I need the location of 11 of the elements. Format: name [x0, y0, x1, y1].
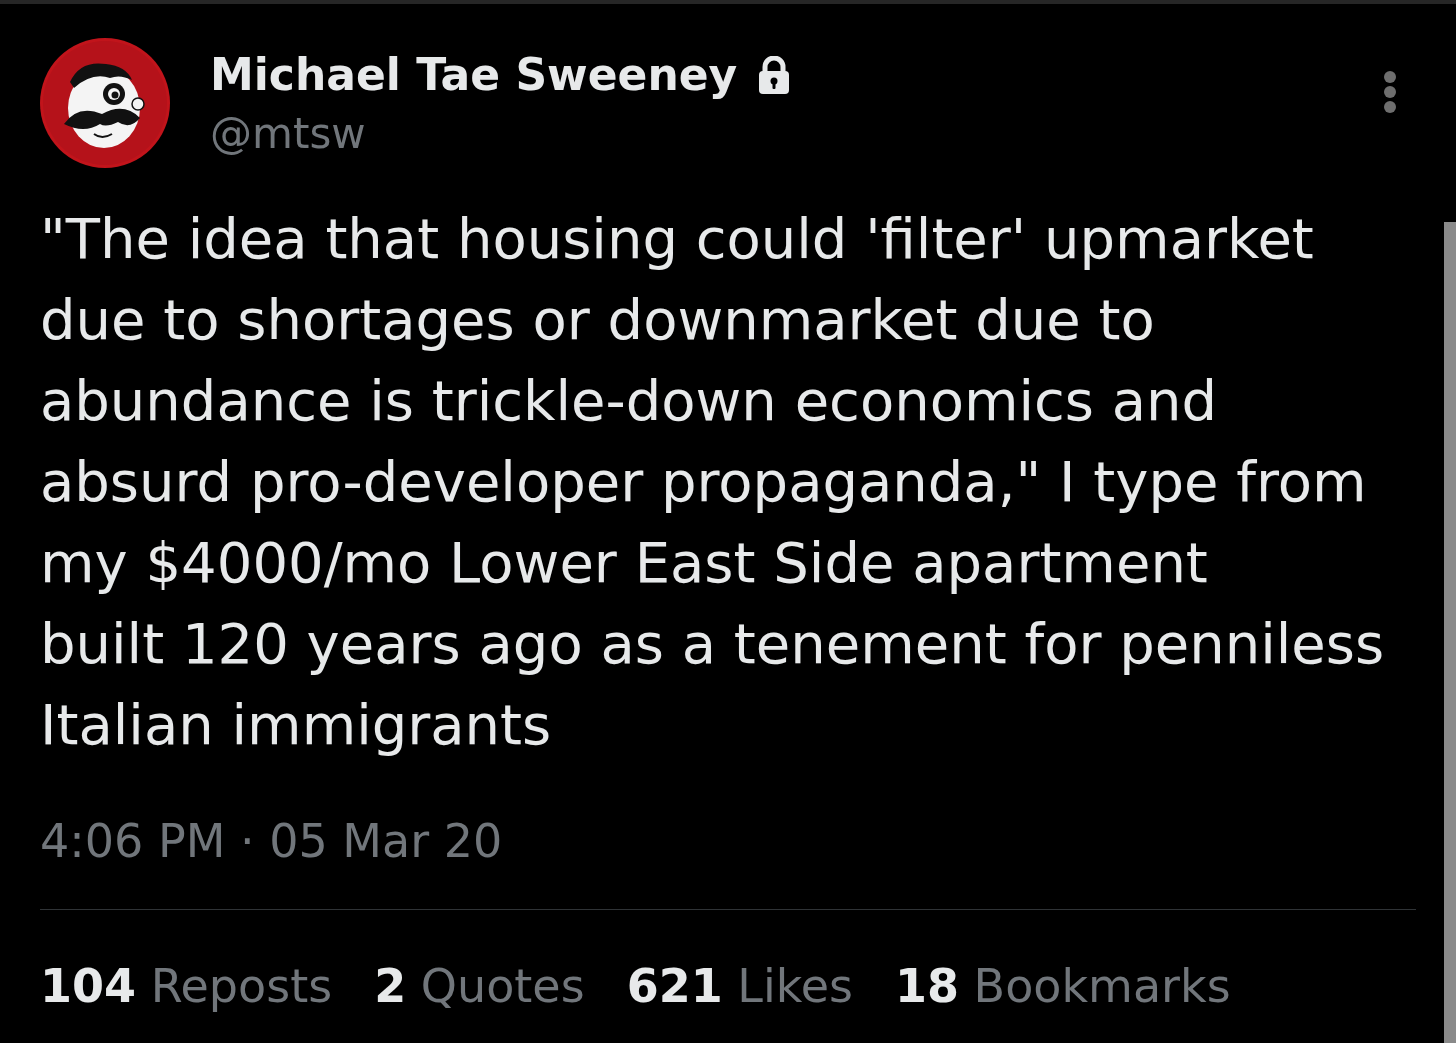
scrollbar-thumb[interactable] — [1444, 222, 1456, 1043]
tweet-text: "The idea that housing could 'filter' upmarket due to shortages or downmarket due to abundance is trickle-down economics and absurd pro-developer propaganda," I type from my $4000/mo Lower East Side apartment built 120 years ago as a tenement for penniless Italian immigrants — [40, 205, 1386, 759]
tweet-timestamp[interactable]: 4:06 PM · 05 Mar 20 — [40, 811, 503, 871]
stat-link[interactable]: 2 Quotes — [374, 956, 585, 1016]
author-name[interactable]: Michael Tae Sweeney — [210, 45, 738, 105]
author-handle[interactable]: @mtsw — [210, 107, 792, 161]
stat-link[interactable]: 18 Bookmarks — [894, 956, 1231, 1016]
more-icon[interactable] — [1383, 70, 1397, 114]
cartoon-avatar[interactable] — [40, 38, 170, 168]
stat-link[interactable]: 104 Reposts — [40, 956, 333, 1016]
stat-link[interactable]: 621 Likes — [626, 956, 853, 1016]
